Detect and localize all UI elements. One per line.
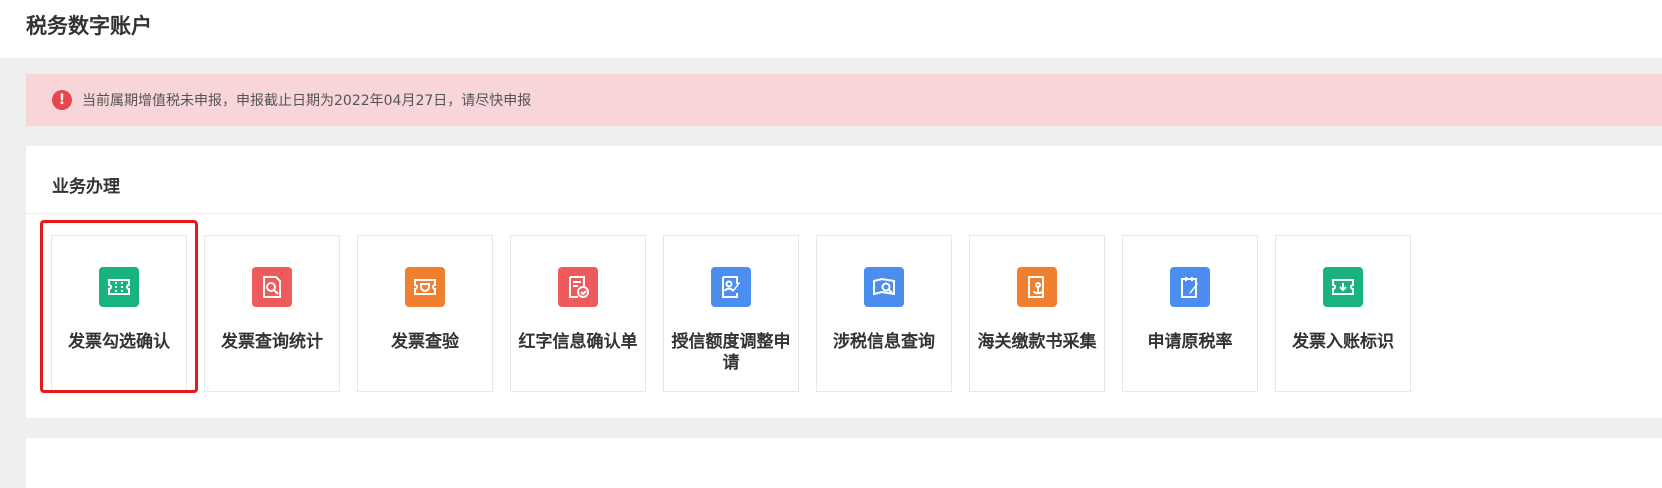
tile-invoice-query-stats[interactable]: 发票查询统计	[204, 235, 340, 392]
tile-invoice-entry-mark[interactable]: 发票入账标识	[1275, 235, 1411, 392]
tile-label: 授信额度调整申请	[671, 332, 791, 373]
tile-label: 申请原税率	[1147, 332, 1233, 352]
ticket-icon	[99, 267, 139, 307]
shield-ticket-icon	[405, 267, 445, 307]
tile-credit-limit-adjust[interactable]: 授信额度调整申请	[663, 235, 799, 392]
tile-invoice-select-confirm[interactable]: 发票勾选确认	[51, 235, 187, 392]
page-title: 税务数字账户	[26, 14, 152, 38]
tile-label: 发票查询统计	[221, 332, 323, 352]
tile-label: 红字信息确认单	[518, 332, 638, 352]
folder-search-icon	[864, 267, 904, 307]
tile-label: 涉税信息查询	[833, 332, 935, 352]
tile-red-letter-confirm[interactable]: 红字信息确认单	[510, 235, 646, 392]
tile-label: 发票查验	[391, 332, 459, 352]
tile-label: 海关缴款书采集	[977, 332, 1097, 352]
alert-banner: ! 当前属期增值税未申报，申报截止日期为2022年04月27日，请尽快申报	[26, 74, 1662, 126]
alert-circle-icon: !	[52, 90, 72, 110]
secondary-panel	[26, 438, 1662, 488]
top-bar: 税务数字账户	[0, 0, 1662, 58]
tile-invoice-verify[interactable]: 发票查验	[357, 235, 493, 392]
document-search-icon	[252, 267, 292, 307]
tile-label: 发票勾选确认	[68, 332, 170, 352]
tile-tax-info-query[interactable]: 涉税信息查询	[816, 235, 952, 392]
section-title: 业务办理	[52, 177, 120, 197]
divider	[26, 213, 1662, 214]
alert-text: 当前属期增值税未申报，申报截止日期为2022年04月27日，请尽快申报	[82, 93, 532, 109]
document-check-icon	[558, 267, 598, 307]
business-panel: 业务办理 发票勾选确认 发票查询统计 发票查验 红字信息确认单 授信额度调整申请	[26, 146, 1662, 418]
tile-label: 发票入账标识	[1292, 332, 1394, 352]
tile-apply-original-rate[interactable]: 申请原税率	[1122, 235, 1258, 392]
tile-customs-payment-collect[interactable]: 海关缴款书采集	[969, 235, 1105, 392]
document-anchor-icon	[1017, 267, 1057, 307]
clipboard-edit-icon	[1170, 267, 1210, 307]
ticket-download-icon	[1323, 267, 1363, 307]
id-edit-icon	[711, 267, 751, 307]
